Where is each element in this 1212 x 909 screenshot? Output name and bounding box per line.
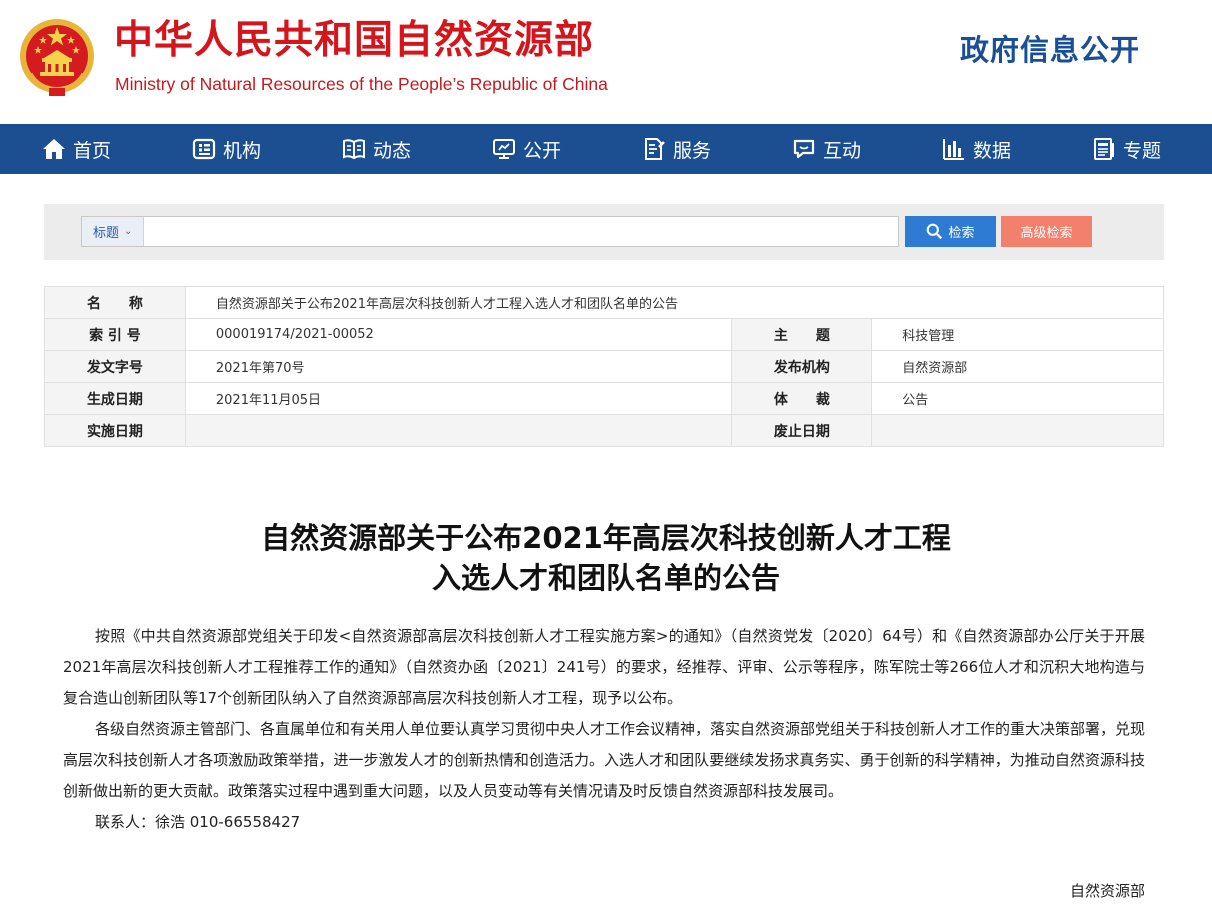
effective-date-label: 实施日期 <box>44 414 186 447</box>
monitor-icon <box>493 139 515 159</box>
document-edit-icon <box>645 138 665 160</box>
bar-chart-icon <box>943 139 964 160</box>
nav-item-data[interactable]: 数据 <box>942 124 1011 174</box>
article-body: 按照《中共自然资源部党组关于印发<自然资源部高层次科技创新人才工程实施方案>的通… <box>63 621 1145 838</box>
site-title: 中华人民共和国自然资源部 <box>114 18 595 63</box>
article-paragraph: 按照《中共自然资源部党组关于印发<自然资源部高层次科技创新人才工程实施方案>的通… <box>63 627 1145 707</box>
name-value: 自然资源部关于公布2021年高层次科技创新人才工程入选人才和团队名单的公告 <box>184 286 1165 319</box>
created-date-label: 生成日期 <box>44 382 186 415</box>
nav-item-label: 机构 <box>223 139 262 162</box>
news-book-icon <box>343 139 365 160</box>
gov-info-open-title[interactable]: 政府信息公开 <box>960 30 1140 70</box>
table-row: 实施日期 废止日期 <box>44 414 1164 447</box>
nav-item-label: 首页 <box>73 139 112 162</box>
topic-value: 科技管理 <box>871 318 1164 351</box>
nav-item-organization[interactable]: 机构 <box>192 124 261 174</box>
nav-item-news[interactable]: 动态 <box>342 124 411 174</box>
nav-item-home[interactable]: 首页 <box>42 124 111 174</box>
search-button[interactable]: 检索 <box>905 216 996 247</box>
table-row: 索 引 号 000019174/2021-00052 主 题 科技管理 <box>44 318 1164 351</box>
signature: 自然资源部 <box>1069 882 1145 900</box>
search-button-label: 检索 <box>948 226 975 241</box>
index-value: 000019174/2021-00052 <box>184 318 733 351</box>
national-emblem-icon[interactable] <box>18 16 96 98</box>
doc-number-label: 发文字号 <box>44 350 186 383</box>
nav-item-public[interactable]: 公开 <box>492 124 561 174</box>
table-row: 生成日期 2021年11月05日 体 裁 公告 <box>44 382 1164 415</box>
article-title-line-1: 自然资源部关于公布2021年高层次科技创新人才工程 <box>261 521 951 555</box>
main-nav: 首页 机构 动态 公开 服务 互动 数据 专题 <box>0 124 1212 174</box>
nav-item-topics[interactable]: 专题 <box>1092 124 1161 174</box>
nav-item-label: 公开 <box>523 139 562 162</box>
site-subtitle: Ministry of Natural Resources of the Peo… <box>115 74 608 94</box>
index-label: 索 引 号 <box>44 318 186 351</box>
contact-info: 联系人：徐浩 010-66558427 <box>95 813 301 831</box>
table-row: 名 称 自然资源部关于公布2021年高层次科技创新人才工程入选人才和团队名单的公… <box>44 286 1165 319</box>
search-input[interactable] <box>145 217 897 246</box>
search-icon <box>927 223 943 240</box>
topic-icon <box>1094 138 1114 160</box>
nav-item-label: 互动 <box>823 139 862 162</box>
repeal-date-label: 废止日期 <box>731 414 873 447</box>
advanced-search-button[interactable]: 高级检索 <box>1001 216 1092 247</box>
site-header: 中华人民共和国自然资源部 Ministry of Natural Resourc… <box>0 0 1212 124</box>
nav-item-label: 动态 <box>373 139 412 162</box>
publisher-label: 发布机构 <box>731 350 873 383</box>
article-title: 自然资源部关于公布2021年高层次科技创新人才工程 入选人才和团队名单的公告 <box>0 518 1212 598</box>
nav-item-label: 数据 <box>973 139 1012 162</box>
organization-icon <box>192 138 216 160</box>
effective-date-value <box>184 414 733 447</box>
table-row: 发文字号 2021年第70号 发布机构 自然资源部 <box>44 350 1164 383</box>
search-field-select[interactable]: 标题 ⌄ <box>82 217 144 246</box>
search-box: 标题 ⌄ <box>81 216 899 247</box>
chevron-down-icon: ⌄ <box>124 226 133 237</box>
search-panel: 标题 ⌄ 检索 高级检索 <box>44 204 1164 260</box>
genre-value: 公告 <box>871 382 1164 415</box>
nav-item-label: 服务 <box>673 139 712 162</box>
nav-item-label: 专题 <box>1123 139 1162 162</box>
name-label: 名 称 <box>44 286 186 319</box>
article-title-line-2: 入选人才和团队名单的公告 <box>431 561 780 595</box>
advanced-search-label: 高级检索 <box>1020 226 1073 241</box>
doc-number-value: 2021年第70号 <box>184 350 733 383</box>
repeal-date-value <box>871 414 1164 447</box>
article-paragraph: 各级自然资源主管部门、各直属单位和有关用人单位要认真学习贯彻中央人才工作会议精神… <box>63 720 1146 800</box>
nav-item-service[interactable]: 服务 <box>642 124 711 174</box>
nav-item-interaction[interactable]: 互动 <box>792 124 861 174</box>
genre-label: 体 裁 <box>731 382 873 415</box>
search-field-select-value: 标题 <box>93 226 120 241</box>
home-icon <box>43 139 65 159</box>
document-info-table: 名 称 自然资源部关于公布2021年高层次科技创新人才工程入选人才和团队名单的公… <box>44 286 1165 447</box>
publisher-value: 自然资源部 <box>871 350 1164 383</box>
created-date-value: 2021年11月05日 <box>184 382 733 415</box>
topic-label: 主 题 <box>731 318 873 351</box>
chat-bubble-icon <box>793 139 815 159</box>
